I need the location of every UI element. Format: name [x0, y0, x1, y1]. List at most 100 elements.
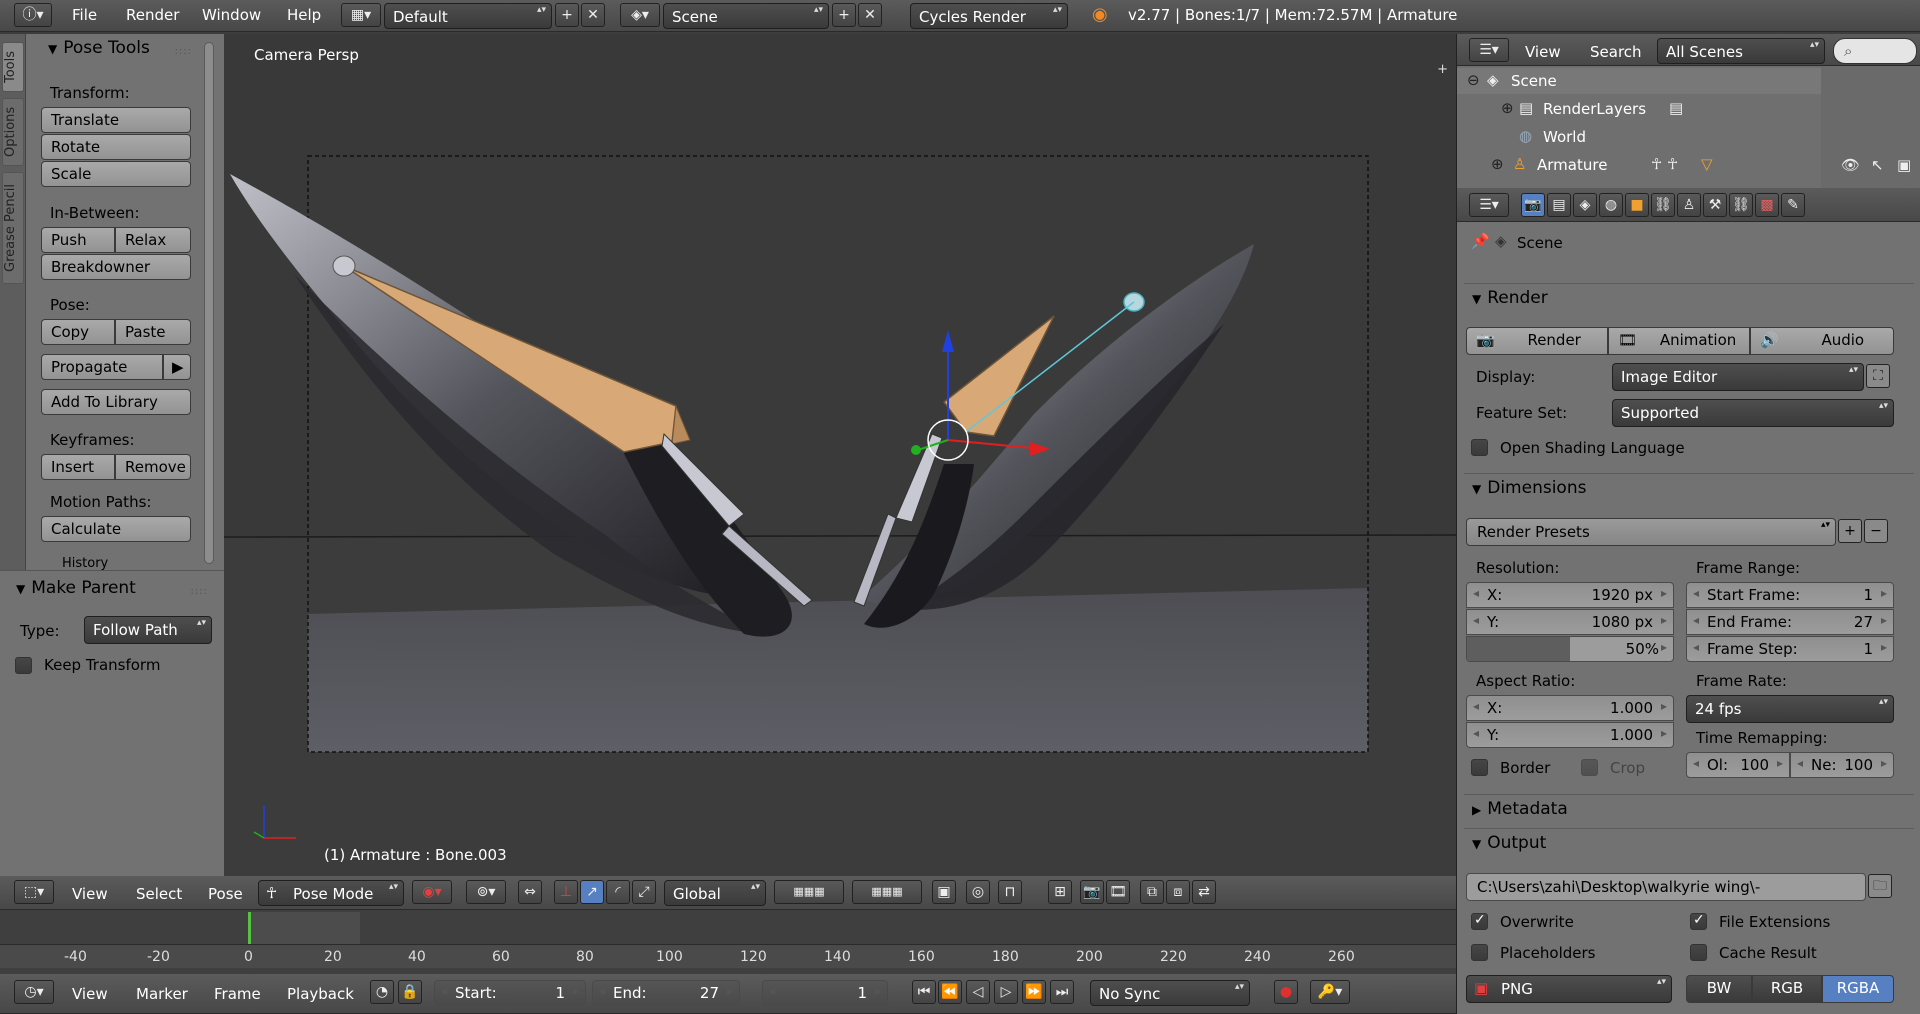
- play-icon[interactable]: ▷: [994, 980, 1018, 1004]
- output-path-input[interactable]: C:\Users\zahi\Desktop\walkyrie wing\-: [1466, 873, 1866, 901]
- parent-type-select[interactable]: Follow Path: [84, 616, 212, 644]
- menu-file[interactable]: File: [72, 6, 97, 24]
- end-frame-field[interactable]: End:27: [592, 980, 740, 1006]
- scene-select[interactable]: Scene: [663, 3, 829, 29]
- display-lock-icon[interactable]: ⛶: [1866, 364, 1890, 388]
- relax-button[interactable]: Relax: [115, 227, 191, 253]
- timeline-area[interactable]: -40 -20 0 20 40 60 80 100 120 140 160 18…: [0, 910, 1456, 974]
- scrollbar[interactable]: [204, 42, 214, 564]
- add-layout-icon[interactable]: +: [555, 3, 579, 27]
- scale-button[interactable]: Scale: [41, 161, 191, 187]
- remove-preset-icon[interactable]: −: [1864, 519, 1888, 543]
- outliner-row-renderlayers[interactable]: ⊕ ▤ RenderLayers ▤: [1457, 96, 1821, 122]
- render-engine-select[interactable]: Cycles Render: [910, 3, 1068, 29]
- browse-folder-icon[interactable]: 🗀: [1868, 874, 1892, 898]
- menu-marker[interactable]: Marker: [136, 985, 188, 1003]
- outliner-editor-icon[interactable]: ☰▾: [1469, 38, 1509, 62]
- dimensions-panel-header[interactable]: Dimensions: [1464, 473, 1914, 503]
- screen-layout-icon[interactable]: ▦▾: [341, 3, 381, 27]
- add-scene-icon[interactable]: +: [832, 3, 856, 27]
- frame-rate-select[interactable]: 24 fps: [1686, 695, 1894, 723]
- record-icon[interactable]: ●: [1274, 980, 1298, 1004]
- pose-tools-header[interactable]: Pose Tools: [48, 38, 150, 58]
- render-tab-icon[interactable]: 📷: [1521, 193, 1545, 217]
- layers-grid-a-icon[interactable]: ▦▦▦: [774, 880, 844, 904]
- current-frame-marker[interactable]: [248, 912, 251, 944]
- insert-keyframe-button[interactable]: Insert: [41, 454, 115, 480]
- start-frame-field[interactable]: Start:1: [434, 980, 586, 1006]
- properties-editor-icon[interactable]: ☰▾: [1469, 193, 1509, 217]
- output-panel-header[interactable]: Output: [1464, 828, 1914, 858]
- proportional-edit-icon[interactable]: ◎: [966, 880, 990, 904]
- render-presets-select[interactable]: Render Presets: [1466, 518, 1836, 546]
- propagate-button[interactable]: Propagate: [41, 354, 163, 380]
- display-mode-select[interactable]: All Scenes: [1657, 38, 1825, 64]
- menu-view[interactable]: View: [1525, 43, 1561, 61]
- color-rgba-button[interactable]: RGBA: [1822, 975, 1894, 1003]
- scale-mode-icon[interactable]: ⤢: [632, 880, 656, 904]
- menu-select[interactable]: Select: [136, 885, 182, 903]
- aspect-y-field[interactable]: Y:1.000: [1466, 722, 1674, 748]
- texture-tab-icon[interactable]: ▩: [1755, 193, 1779, 217]
- editor-type-icon[interactable]: ⬚▾: [14, 880, 54, 904]
- color-rgb-button[interactable]: RGB: [1752, 975, 1822, 1003]
- border-checkbox[interactable]: [1471, 759, 1488, 776]
- collapse-icon[interactable]: ⊖: [1467, 71, 1480, 89]
- sync-select[interactable]: No Sync: [1090, 980, 1250, 1006]
- outliner-row-armature[interactable]: ⊕ ♙ Armature ☥ ☥ ▽: [1457, 152, 1821, 178]
- propagate-menu-button[interactable]: ▶: [163, 354, 191, 380]
- manipulator-toggle-icon[interactable]: ⇔: [518, 880, 542, 904]
- render-layers-tab-icon[interactable]: ▤: [1547, 193, 1571, 217]
- preview-range-icon[interactable]: ◔: [370, 980, 394, 1004]
- menu-render[interactable]: Render: [126, 6, 179, 24]
- keep-transform-checkbox[interactable]: [15, 657, 32, 674]
- menu-pose[interactable]: Pose: [208, 885, 243, 903]
- bone-constraints-tab-icon[interactable]: ⛓: [1729, 193, 1753, 217]
- timeline-editor-icon[interactable]: ◷▾: [14, 980, 54, 1004]
- pivot-point-icon[interactable]: ⊚▾: [466, 880, 506, 904]
- frame-step-field[interactable]: Frame Step:1: [1686, 636, 1894, 662]
- drag-handle-icon[interactable]: ::::: [191, 586, 208, 597]
- jump-end-icon[interactable]: ⏭: [1050, 980, 1074, 1004]
- translate-manipulator-icon[interactable]: ⊥: [554, 880, 578, 904]
- jump-start-icon[interactable]: ⏮: [912, 980, 936, 1004]
- paste-pose-icon[interactable]: ⧈: [1166, 880, 1190, 904]
- osl-checkbox[interactable]: [1471, 439, 1488, 456]
- cache-result-checkbox[interactable]: [1690, 944, 1707, 961]
- armature-tab-icon[interactable]: ♙: [1677, 193, 1701, 217]
- remove-layout-icon[interactable]: ✕: [581, 3, 605, 27]
- snap-target-icon[interactable]: ⊞: [1048, 880, 1072, 904]
- translate-mode-icon[interactable]: ↗: [580, 880, 604, 904]
- 3d-viewport[interactable]: Camera Persp (1) Armature : Bone.003 +: [224, 34, 1456, 876]
- lock-camera-icon[interactable]: ▣: [932, 880, 956, 904]
- menu-view[interactable]: View: [72, 885, 108, 903]
- history-header[interactable]: History: [62, 556, 108, 571]
- render-still-icon[interactable]: 📷: [1080, 880, 1104, 904]
- constraints-tab-icon[interactable]: ⛓: [1651, 193, 1675, 217]
- calculate-button[interactable]: Calculate: [41, 516, 191, 542]
- resolution-x-field[interactable]: X:1920 px: [1466, 582, 1674, 608]
- make-parent-header[interactable]: Make Parent: [16, 578, 136, 598]
- rotate-mode-icon[interactable]: ◜: [606, 880, 630, 904]
- lock-range-icon[interactable]: 🔒: [398, 980, 422, 1004]
- end-frame-field[interactable]: End Frame:27: [1686, 609, 1894, 635]
- file-format-select[interactable]: PNG: [1466, 975, 1672, 1003]
- snap-icon[interactable]: ⊓: [998, 880, 1022, 904]
- render-panel-header[interactable]: Render: [1464, 283, 1914, 313]
- resolution-y-field[interactable]: Y:1080 px: [1466, 609, 1674, 635]
- outliner-search-input[interactable]: ⌕: [1833, 38, 1917, 64]
- jump-next-keyframe-icon[interactable]: ⏩: [1022, 980, 1046, 1004]
- keying-set-icon[interactable]: 🔑▾: [1310, 980, 1350, 1004]
- drag-handle-icon[interactable]: ::::: [175, 46, 192, 57]
- jump-prev-keyframe-icon[interactable]: ⏪: [938, 980, 962, 1004]
- copy-button[interactable]: Copy: [41, 319, 115, 345]
- render-animation-icon[interactable]: 🎞: [1106, 880, 1130, 904]
- mode-select[interactable]: Pose Mode: [258, 880, 404, 906]
- current-frame-field[interactable]: 1: [762, 980, 888, 1006]
- crop-checkbox[interactable]: [1581, 759, 1598, 776]
- rotate-button[interactable]: Rotate: [41, 134, 191, 160]
- bone-tab-icon[interactable]: ⚒: [1703, 193, 1727, 217]
- placeholders-checkbox[interactable]: [1471, 944, 1488, 961]
- remove-scene-icon[interactable]: ✕: [858, 3, 882, 27]
- remove-keyframe-button[interactable]: Remove: [115, 454, 191, 480]
